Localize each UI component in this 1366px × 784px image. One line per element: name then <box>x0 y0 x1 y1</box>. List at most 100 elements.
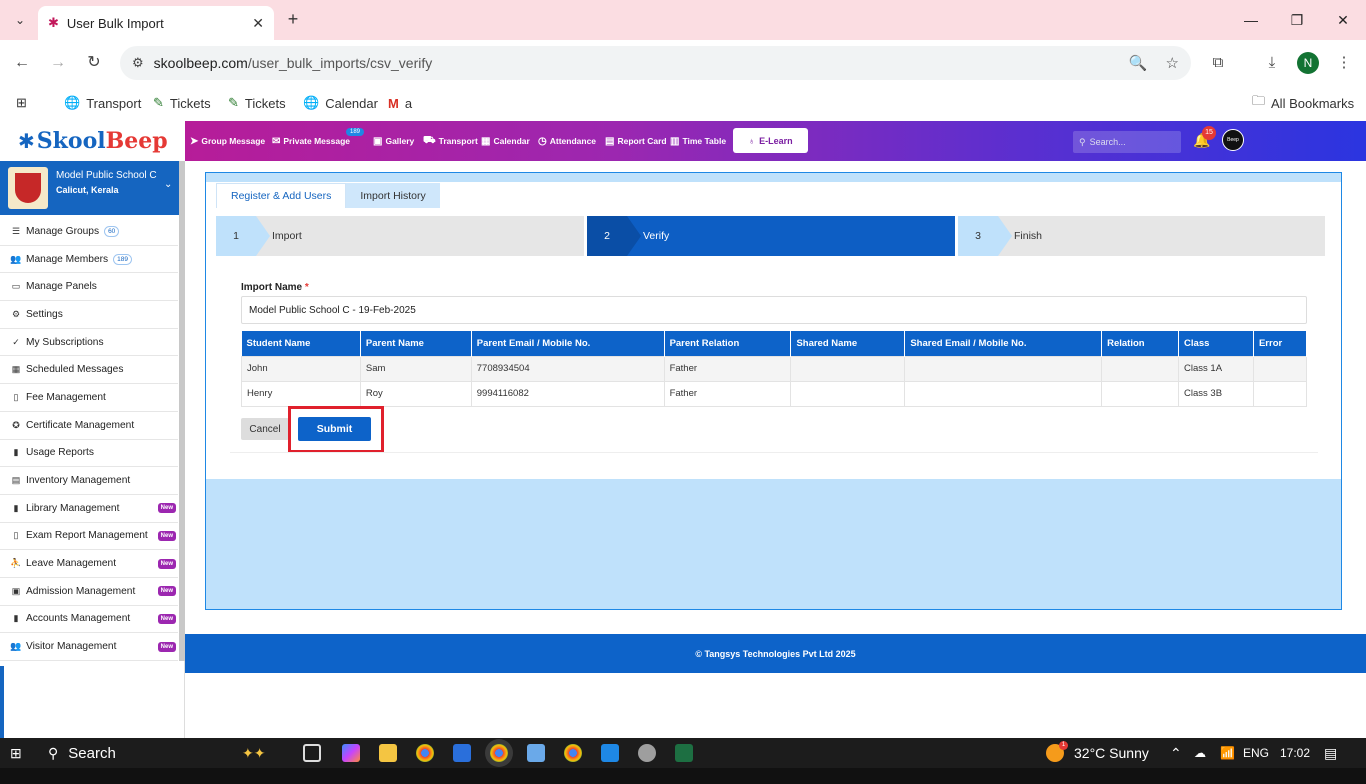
network-icon[interactable]: ☁ <box>1194 738 1206 768</box>
nav-time-table[interactable]: ▥ Time Table <box>670 121 726 161</box>
minimize-icon[interactable]: — <box>1239 8 1263 32</box>
bookmark-tickets-2[interactable]: ✎ Tickets <box>228 92 286 114</box>
apps-grid-icon[interactable]: ⊞ <box>16 92 33 114</box>
school-selector[interactable]: Model Public School C Calicut, Kerala ⌄ <box>0 161 185 215</box>
col-parent-email: Parent Email / Mobile No. <box>471 331 665 356</box>
sidebar-item-my-subscriptions[interactable]: ✓ My Subscriptions <box>0 329 178 357</box>
bookmark-calendar[interactable]: 🌐 Calendar <box>303 92 378 114</box>
sidebar-menu: ☰ Manage Groups 60 👥 Manage Members 189 ▭ Man… <box>0 218 178 661</box>
cell: Class 1A <box>1178 355 1254 382</box>
sidebar-item-exam-report-management[interactable]: ▯ Exam Report Management New <box>0 523 178 551</box>
notepad-icon[interactable] <box>527 744 545 762</box>
photos-icon[interactable] <box>601 744 619 762</box>
task-view-icon[interactable] <box>303 744 321 762</box>
chevron-down-icon[interactable]: ⌄ <box>164 179 172 190</box>
bus-icon: ⛟ <box>423 134 436 146</box>
reload-icon[interactable]: ↻ <box>83 52 105 74</box>
nav-gallery[interactable]: ▣ Gallery <box>373 121 414 161</box>
tab-register-add-users[interactable]: Register & Add Users <box>216 183 347 208</box>
calendar-icon: ▦ <box>11 364 21 375</box>
language-indicator[interactable]: ENG <box>1243 738 1269 768</box>
sidebar-item-admission-management[interactable]: ▣ Admission Management New <box>0 578 178 606</box>
bookmark-gmail[interactable]: Ma <box>388 92 412 114</box>
file-explorer-icon[interactable] <box>379 744 397 762</box>
cell <box>790 355 906 382</box>
bookmark-transport[interactable]: 🌐 Transport <box>64 92 141 114</box>
sidebar-item-manage-panels[interactable]: ▭ Manage Panels <box>0 273 178 302</box>
nav-calendar[interactable]: ▦ Calendar <box>481 121 530 161</box>
chrome-active-icon[interactable] <box>490 744 508 762</box>
bookmark-tickets-1[interactable]: ✎ Tickets <box>153 92 211 114</box>
sidebar-item-manage-members[interactable]: 👥 Manage Members 189 <box>0 246 178 274</box>
tab-search-icon[interactable]: ⌄ <box>8 8 32 32</box>
download-icon[interactable]: ⤓ <box>1261 52 1283 74</box>
sidebar-item-manage-groups[interactable]: ☰ Manage Groups 60 <box>0 218 178 246</box>
sidebar-item-scheduled-messages[interactable]: ▦ Scheduled Messages <box>0 356 178 385</box>
nav-transport[interactable]: ⛟ Transport <box>423 121 478 161</box>
cell: Roy <box>359 380 472 407</box>
tab-import-history[interactable]: Import History <box>346 183 440 208</box>
sidebar-item-accounts-management[interactable]: ▮ Accounts Management New <box>0 606 178 634</box>
footer-copyright: © Tangsys Technologies Pvt Ltd 2025 <box>185 634 1366 673</box>
sidebar-item-settings[interactable]: ⚙ Settings <box>0 301 178 329</box>
cell: Sam <box>359 355 472 382</box>
cancel-button[interactable]: Cancel <box>241 418 289 440</box>
nav-private-message[interactable]: ✉ Private Message <box>272 121 350 161</box>
new-tab-icon[interactable]: + <box>282 8 304 30</box>
volume-icon[interactable]: 📶 <box>1220 738 1235 768</box>
import-name-field[interactable]: Model Public School C - 19-Feb-2025 <box>241 296 1307 324</box>
forward-icon[interactable]: → <box>47 52 69 74</box>
address-bar[interactable]: ⚙ skoolbeep.com/user_bulk_imports/csv_ve… <box>120 46 1191 80</box>
clock[interactable]: 17:02 <box>1280 738 1310 768</box>
calendar-icon: ▦ <box>481 135 491 147</box>
sidebar-item-certificate-management[interactable]: ✪ Certificate Management <box>0 412 178 440</box>
col-shared-email: Shared Email / Mobile No. <box>904 331 1103 356</box>
notifications-icon[interactable]: ▤ <box>1324 738 1337 768</box>
paint-icon[interactable] <box>638 744 656 762</box>
search-icon: ⚲ <box>1079 136 1086 147</box>
close-window-icon[interactable]: ✕ <box>1331 8 1355 32</box>
restore-icon[interactable]: ❐ <box>1285 8 1309 32</box>
sidebar-item-usage-reports[interactable]: ▮ Usage Reports <box>0 440 178 468</box>
browser-tab[interactable]: ✱ User Bulk Import ✕ <box>38 6 274 40</box>
excel-icon[interactable] <box>675 744 693 762</box>
chrome-profile-icon[interactable] <box>564 744 582 762</box>
browser-tab-strip: ⌄ ✱ User Bulk Import ✕ + — ❐ ✕ <box>0 0 1366 40</box>
bookmark-star-icon[interactable]: ☆ <box>1166 54 1179 72</box>
close-tab-icon[interactable]: ✕ <box>252 15 264 32</box>
tray-chevron-icon[interactable]: ⌃ <box>1170 738 1182 768</box>
extensions-icon[interactable]: ⧉ <box>1207 52 1229 74</box>
sidebar-item-inventory-management[interactable]: ▤ Inventory Management <box>0 467 178 495</box>
sidebar-item-visitor-management[interactable]: 👥 Visitor Management New <box>0 633 178 661</box>
zoom-icon[interactable]: 🔍 <box>1129 54 1148 72</box>
chrome-icon[interactable] <box>416 744 434 762</box>
user-avatar[interactable]: Beep <box>1222 129 1244 151</box>
copilot-app-icon[interactable] <box>342 744 360 762</box>
chrome-menu-icon[interactable]: ⋮ <box>1333 52 1355 74</box>
nav-report-card[interactable]: ▤ Report Card <box>605 121 667 161</box>
sidebar-item-leave-management[interactable]: ⛹ Leave Management New <box>0 550 178 578</box>
copilot-sparkle-icon[interactable]: ✦✦ <box>242 738 265 768</box>
nav-group-message[interactable]: ➤ Group Message <box>190 121 265 161</box>
sidebar-item-fee-management[interactable]: ▯ Fee Management <box>0 384 178 412</box>
all-bookmarks[interactable]: 🗀 All Bookmarks <box>1252 92 1354 114</box>
taskbar-search[interactable]: ⚲ Search <box>48 738 116 768</box>
globe-icon: 🌐 <box>303 95 320 110</box>
skoolbeep-favicon-icon: ✱ <box>48 15 59 30</box>
sidebar-item-library-management[interactable]: ▮ Library Management New <box>0 495 178 523</box>
back-icon[interactable]: ← <box>11 52 33 74</box>
browser-toolbar: ← → ↻ ⚙ skoolbeep.com/user_bulk_imports/… <box>0 40 1366 86</box>
header-search-input[interactable]: ⚲ Search... <box>1073 131 1181 153</box>
site-info-icon[interactable]: ⚙ <box>132 55 144 71</box>
skoolbeep-logo[interactable]: ✱ SkoolBeep <box>0 121 185 161</box>
url-text[interactable]: skoolbeep.com/user_bulk_imports/csv_veri… <box>154 55 1111 71</box>
timetable-icon: ▥ <box>670 135 680 147</box>
nav-attendance[interactable]: ◷ Attendance <box>538 121 596 161</box>
new-badge: New <box>157 586 176 597</box>
store-icon[interactable] <box>453 744 471 762</box>
profile-avatar[interactable]: N <box>1297 52 1319 74</box>
step-import: 1 Import <box>216 216 584 256</box>
clock-icon: ◷ <box>538 135 547 147</box>
elearn-button[interactable]: ♁ E-Learn <box>733 128 808 153</box>
windows-start-icon[interactable]: ⊞ <box>10 738 22 768</box>
